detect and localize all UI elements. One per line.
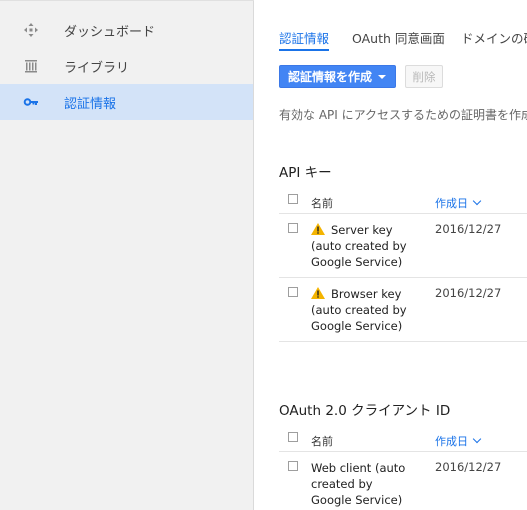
api-keys-title: API キー	[279, 165, 332, 181]
library-icon	[25, 60, 37, 73]
create-credentials-button[interactable]: 認証情報を作成	[279, 65, 396, 88]
column-header-name: 名前	[311, 435, 333, 448]
sidebar-item-label: ライブラリ	[64, 61, 130, 76]
oauth-clients-title: OAuth 2.0 クライアント ID	[279, 403, 451, 419]
sidebar-item-dashboard[interactable]: ダッシュボード	[0, 12, 253, 48]
row-divider	[279, 451, 527, 452]
dashboard-icon	[24, 23, 38, 37]
sidebar-item-label: ダッシュボード	[64, 25, 156, 40]
chevron-down-icon	[378, 75, 386, 79]
row-checkbox[interactable]	[288, 461, 298, 471]
tab-domain-verification[interactable]: ドメインの確	[461, 28, 527, 47]
select-all-checkbox[interactable]	[288, 194, 298, 204]
create-credentials-label: 認証情報を作成	[288, 70, 373, 84]
warning-icon	[311, 223, 325, 235]
credential-date: 2016/12/27	[435, 286, 502, 300]
row-checkbox[interactable]	[288, 223, 298, 233]
column-header-date-label: 作成日	[435, 197, 468, 210]
oauth-table-header: 名前 作成日	[279, 423, 527, 453]
warning-icon	[311, 287, 325, 299]
column-header-name: 名前	[311, 197, 333, 210]
column-header-date-label: 作成日	[435, 435, 468, 448]
credential-name-text: Server key (auto created by Google Servi…	[311, 223, 407, 269]
sidebar-item-label: 認証情報	[64, 97, 117, 112]
credential-name-text: Web client (auto created by Google Servi…	[311, 461, 406, 507]
api-keys-table-header: 名前 作成日	[279, 185, 527, 215]
credential-name[interactable]: Server key (auto created by Google Servi…	[311, 222, 407, 270]
sidebar-top-divider	[0, 0, 254, 5]
tab-credentials[interactable]: 認証情報	[279, 28, 329, 47]
table-row[interactable]: Server key (auto created by Google Servi…	[279, 222, 527, 272]
table-row[interactable]: Web client (auto created by Google Servi…	[279, 460, 527, 510]
page-description: 有効な API にアクセスするための証明書を作成	[279, 108, 527, 122]
delete-label: 削除	[412, 69, 436, 84]
sort-chevron-icon	[472, 196, 482, 206]
column-header-date[interactable]: 作成日	[435, 433, 482, 449]
tab-oauth-consent[interactable]: OAuth 同意画面	[352, 28, 445, 47]
sidebar: ダッシュボード ライブラリ 認証情報	[0, 0, 254, 510]
main-content: 認証情報 OAuth 同意画面 ドメインの確 認証情報を作成 削除 有効な AP…	[255, 0, 527, 510]
select-all-checkbox[interactable]	[288, 432, 298, 442]
column-header-date[interactable]: 作成日	[435, 195, 482, 211]
key-icon	[23, 98, 38, 106]
active-tab-indicator	[279, 49, 329, 51]
sort-chevron-icon	[472, 434, 482, 444]
row-divider	[279, 277, 527, 278]
row-divider	[279, 341, 527, 342]
credential-name[interactable]: Browser key (auto created by Google Serv…	[311, 286, 407, 334]
credential-date: 2016/12/27	[435, 222, 502, 236]
credential-name[interactable]: Web client (auto created by Google Servi…	[311, 460, 407, 508]
sidebar-item-library[interactable]: ライブラリ	[0, 48, 253, 84]
credential-date: 2016/12/27	[435, 460, 502, 474]
row-divider	[279, 213, 527, 214]
row-checkbox[interactable]	[288, 287, 298, 297]
credential-name-text: Browser key (auto created by Google Serv…	[311, 287, 407, 333]
table-row[interactable]: Browser key (auto created by Google Serv…	[279, 286, 527, 336]
delete-button[interactable]: 削除	[405, 65, 443, 88]
sidebar-item-credentials[interactable]: 認証情報	[0, 84, 253, 120]
